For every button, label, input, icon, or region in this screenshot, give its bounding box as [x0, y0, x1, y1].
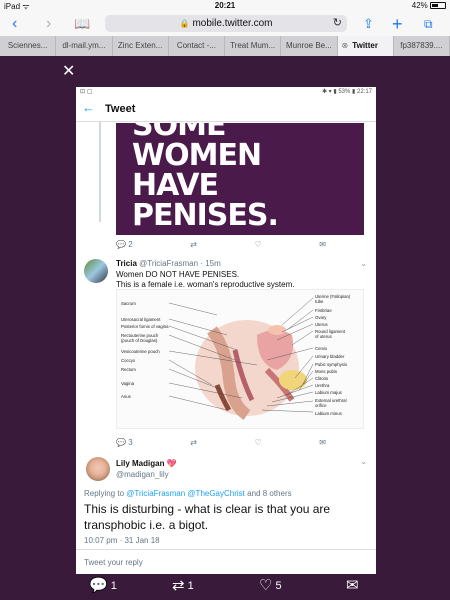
tweet-lily: Lily Madigan 💖 @madigan_lily ⌄ [84, 457, 369, 487]
envelope-icon: ✉ [346, 577, 359, 594]
tweet-header: ← Tweet [76, 96, 376, 122]
tweet-image-diagram[interactable]: Sacrum Uterosacral ligament Posterior fo… [116, 289, 364, 429]
diagram-label: Ovary [315, 315, 327, 320]
diagram-label: Rectum [121, 367, 136, 372]
author-handle[interactable]: @madigan_lily [116, 470, 169, 479]
diagram-label: Fimbriae [315, 308, 332, 313]
battery-icon [430, 2, 446, 9]
forward-arrow-icon[interactable]: › [46, 14, 51, 34]
replying-users-link[interactable]: @TriciaFrasman @TheGayChrist [126, 489, 245, 498]
diagram-label: Posterior fornix of vagina [121, 324, 169, 329]
tweet-time: · 15m [200, 259, 221, 268]
url-text: mobile.twitter.com [192, 18, 273, 29]
author-name[interactable]: Lily Madigan [116, 459, 164, 468]
tab-twitter-active[interactable]: ⊗ Twitter [337, 36, 394, 56]
diagram-label: Vagina [121, 381, 135, 386]
tab[interactable]: Munroe Be... [281, 36, 338, 56]
diagram-label: Uterus [315, 322, 328, 327]
diagram-label: tube [315, 299, 324, 304]
phone-clock: 22:17 [356, 89, 372, 95]
message-button[interactable]: ✉ [346, 578, 359, 594]
page-title: Tweet [105, 103, 136, 115]
ios-status-bar: iPad ᯤ 20:21 42% [0, 0, 450, 12]
message-icon[interactable]: ✉ [319, 438, 326, 447]
tabs-overview-icon[interactable]: ⧉ [424, 14, 433, 34]
tweet-tricia: Tricia @TriciaFrasman · 15m ⌄ Women DO N… [84, 259, 369, 289]
battery-indicator: 42% [412, 1, 446, 10]
retweet-button[interactable]: ⇄ 1 [172, 578, 194, 594]
phone-battery: 53% [338, 89, 351, 95]
reload-icon[interactable]: ↻ [333, 15, 342, 32]
like-icon[interactable]: ♡ [255, 438, 262, 447]
diagram-label: Cervix [315, 346, 328, 351]
tab[interactable]: Treat Mum... [225, 36, 282, 56]
embedded-screenshot: ⊡ ▢ ✱ ▾ ▮ 53% ▮ 22:17 ← Tweet SOME WOMEN… [76, 87, 376, 574]
new-tab-icon[interactable]: + [392, 14, 403, 34]
message-icon[interactable]: ✉ [319, 240, 326, 249]
diagram-label: Coccyx [121, 358, 136, 363]
diagram-label: Labium minus [315, 411, 342, 416]
back-arrow-icon[interactable]: ‹ [12, 14, 17, 34]
reply-input[interactable]: Tweet your reply [76, 549, 376, 574]
close-tab-icon[interactable]: ⊗ [342, 36, 349, 56]
tweet-text: This is disturbing - what is clear is th… [84, 502, 331, 532]
diagram-label: Mons pubis [315, 369, 337, 374]
like-button[interactable]: ♡ 5 [259, 578, 282, 594]
retweet-icon[interactable]: ⇄ [190, 438, 197, 447]
reply-button[interactable]: 💬 2 [116, 240, 133, 249]
tab[interactable]: fp387839.... [394, 36, 450, 56]
like-icon[interactable]: ♡ [255, 240, 262, 249]
diagram-label: Urethra [315, 383, 330, 388]
author-name[interactable]: Tricia [116, 259, 137, 268]
chevron-down-icon[interactable]: ⌄ [360, 457, 367, 466]
author-handle[interactable]: @TriciaFrasman [139, 259, 198, 268]
tweet-text: Women DO NOT HAVE PENISES. This is a fem… [116, 270, 295, 289]
tweet-timestamp: 10:07 pm · 31 Jan 18 [84, 536, 160, 545]
tab[interactable]: dl-mail.ym... [56, 36, 113, 56]
overlay-actions: 💬 1 ⇄ 1 ♡ 5 ✉ [0, 576, 450, 600]
lock-icon: 🔒 [179, 19, 190, 28]
thread-line [99, 122, 101, 222]
replying-to: Replying to @TriciaFrasman @TheGayChrist… [84, 489, 292, 498]
tab[interactable]: Contact -... [169, 36, 225, 56]
close-icon[interactable]: ✕ [62, 64, 75, 80]
diagram-label: Anus [121, 394, 131, 399]
tweet-actions: 💬 3 ⇄ ♡ ✉ [116, 438, 326, 447]
diagram-label: Labium majus [315, 390, 342, 395]
phone-status-bar: ⊡ ▢ ✱ ▾ ▮ 53% ▮ 22:17 [76, 87, 376, 96]
share-icon[interactable]: ⇪ [363, 14, 374, 34]
diagram-label: Uterosacral ligament [121, 317, 161, 322]
clock: 20:21 [214, 1, 236, 10]
back-arrow-icon[interactable]: ← [82, 100, 95, 115]
diagram-label: of uterus [315, 334, 332, 339]
tab-strip: Sciennes... dl-mail.ym... Zinc Exten... … [0, 36, 450, 56]
diagram-label: (pouch of Douglas) [121, 338, 158, 343]
poster-text: SOME WOMEN HAVE PENISES. [132, 123, 279, 233]
heart-icon: ♡ [259, 577, 273, 594]
diagram-label: Clitoris [315, 376, 329, 381]
tab-label: Twitter [352, 41, 378, 50]
avatar[interactable] [86, 457, 110, 481]
reply-button[interactable]: 💬 3 [116, 438, 133, 447]
reply-placeholder: Tweet your reply [84, 558, 143, 567]
diagram-label: Sacrum [121, 301, 136, 306]
diagram-label: Vesicouterine pouch [121, 349, 160, 354]
avatar[interactable] [84, 259, 108, 283]
diagram-label: orifice [315, 403, 327, 408]
chevron-down-icon[interactable]: ⌄ [360, 259, 367, 268]
diagram-label: Urinary bladder [315, 354, 345, 359]
tweet-actions: 💬 2 ⇄ ♡ ✉ [116, 240, 326, 249]
bookmarks-icon[interactable]: 📖 [74, 14, 90, 34]
retweet-icon[interactable]: ⇄ [190, 240, 197, 249]
tab[interactable]: Zinc Exten... [113, 36, 169, 56]
retweet-icon: ⇄ [172, 577, 185, 594]
reply-icon: 💬 [89, 577, 108, 594]
safari-toolbar: ‹ › 📖 🔒 mobile.twitter.com ↻ ⇪ + ⧉ [0, 12, 450, 36]
tweet-image-poster[interactable]: SOME WOMEN HAVE PENISES. [116, 123, 364, 235]
address-bar[interactable]: 🔒 mobile.twitter.com ↻ [105, 15, 347, 32]
heart-emoji: 💖 [166, 459, 177, 468]
diagram-label: Pubic symphysis [315, 362, 347, 367]
reply-button[interactable]: 💬 1 [89, 578, 117, 594]
tab[interactable]: Sciennes... [0, 36, 57, 56]
